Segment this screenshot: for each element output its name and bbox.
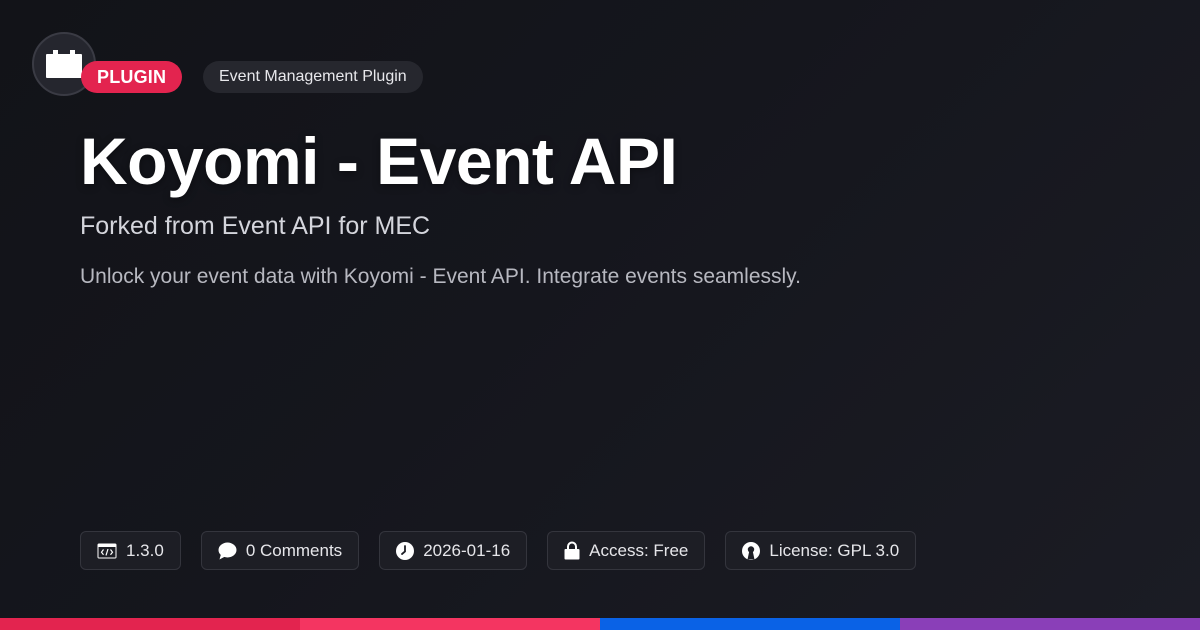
bottom-bar-segment xyxy=(900,618,1200,630)
date-label: 2026-01-16 xyxy=(423,540,511,560)
bottom-bar-segment xyxy=(600,618,900,630)
comments-chip[interactable]: 0 Comments xyxy=(200,531,360,570)
meta-row: 1.3.0 0 Comments 2026-01-16 Access: Free xyxy=(80,531,917,570)
clock-icon xyxy=(396,541,415,560)
comments-label: 0 Comments xyxy=(245,540,343,560)
category-badge[interactable]: Event Management Plugin xyxy=(203,61,423,93)
date-chip: 2026-01-16 xyxy=(379,531,528,570)
speech-bubble-icon xyxy=(218,542,237,560)
type-badge: PLUGIN xyxy=(81,61,183,93)
page-description: Unlock your event data with Koyomi - Eve… xyxy=(80,265,801,288)
access-chip: Access: Free xyxy=(547,531,706,570)
page-subtitle: Forked from Event API for MEC xyxy=(80,212,431,240)
code-window-icon xyxy=(97,543,117,559)
version-chip: 1.3.0 xyxy=(80,531,181,570)
version-label: 1.3.0 xyxy=(126,540,164,560)
license-chip: License: GPL 3.0 xyxy=(725,531,917,570)
bottom-bar-segment xyxy=(0,618,300,630)
bottom-bar-segment xyxy=(300,618,600,630)
license-label: License: GPL 3.0 xyxy=(769,540,900,560)
plugin-block-icon xyxy=(46,50,82,78)
page-title: Koyomi - Event API xyxy=(80,124,678,198)
bottom-color-bar xyxy=(0,618,1200,630)
open-source-icon xyxy=(742,541,761,560)
lock-icon xyxy=(564,541,580,560)
access-label: Access: Free xyxy=(589,540,689,560)
